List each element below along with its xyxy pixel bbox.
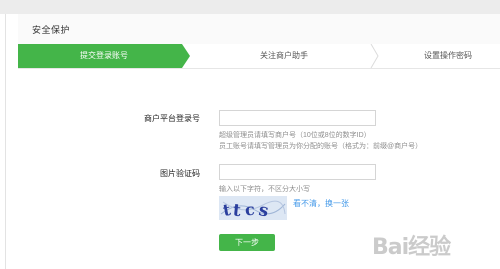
- watermark-text: Bai经验: [372, 235, 451, 260]
- step-progress-bar: 提交登录账号 关注商户助手 设置操作密码: [18, 44, 500, 69]
- step-set-password: 设置操作密码: [424, 51, 472, 60]
- left-divider: [5, 14, 6, 269]
- captcha-hint: 输入以下字符，不区分大小写: [219, 186, 310, 193]
- step-submit-account: 提交登录账号: [18, 44, 190, 68]
- page-header: 安全保护: [18, 14, 500, 45]
- account-label: 商户平台登录号: [144, 114, 200, 123]
- captcha-glyphs-icon: t t c s: [219, 196, 287, 220]
- svg-text:c: c: [244, 200, 255, 220]
- step-follow-assistant: 关注商户助手: [260, 51, 308, 60]
- captcha-image[interactable]: t t c s: [219, 196, 287, 220]
- account-hint-staff: 员工账号请填写管理员为你分配的账号（格式为：前缀@商户号）: [219, 143, 423, 150]
- captcha-input[interactable]: [219, 164, 376, 180]
- account-hint-admin: 超级管理员请填写商户号（10位或8位的数字ID）: [219, 132, 371, 139]
- next-step-button[interactable]: 下一步: [219, 234, 275, 251]
- captcha-label: 图片验证码: [160, 169, 200, 178]
- account-input[interactable]: [219, 110, 376, 126]
- page-title: 安全保护: [32, 25, 71, 35]
- captcha-refresh-link[interactable]: 看不清，换一张: [293, 198, 349, 209]
- top-band: [0, 0, 500, 14]
